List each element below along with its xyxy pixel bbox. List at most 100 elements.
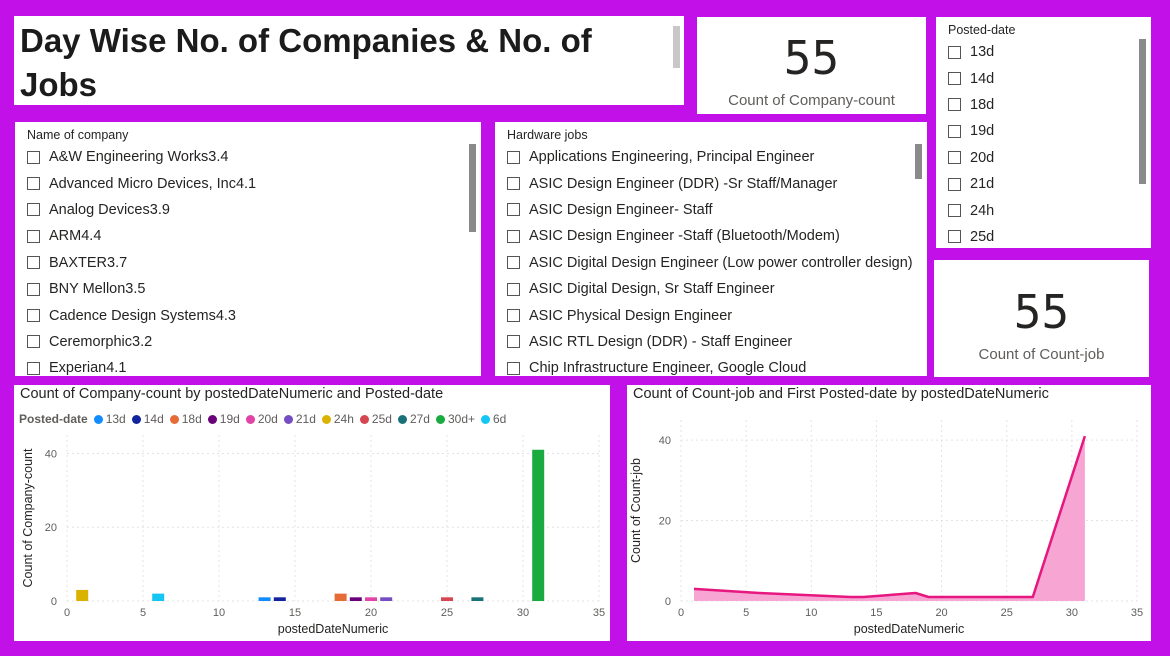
company-item[interactable]: Advanced Micro Devices, Inc4.1	[27, 170, 256, 196]
company-item-label: ARM4.4	[49, 228, 102, 245]
slicer-list: 13d 14d 18d 19d 20d 21d 24h 25d	[948, 39, 994, 248]
y-axis-label: Count of Count-job	[629, 458, 643, 563]
company-item[interactable]: Experian4.1	[27, 355, 256, 376]
company-item-label: Cadence Design Systems4.3	[49, 307, 236, 324]
slicer-scrollbar[interactable]	[469, 144, 476, 232]
posted-date-item[interactable]: 25d	[948, 224, 994, 248]
y-tick-label: 20	[45, 522, 57, 534]
job-item-label: ASIC RTL Design (DDR) - Staff Engineer	[529, 333, 793, 350]
posted-date-item-label: 19d	[970, 123, 995, 140]
job-item-label: ASIC Physical Design Engineer	[529, 307, 733, 324]
bar-27d	[471, 597, 484, 601]
checkbox[interactable]	[27, 177, 40, 191]
checkbox[interactable]	[507, 335, 520, 349]
job-item-label: ASIC Design Engineer (DDR) -Sr Staff/Man…	[529, 175, 838, 192]
checkbox[interactable]	[948, 124, 961, 138]
checkbox[interactable]	[27, 309, 40, 323]
title-scrollbar[interactable]	[673, 26, 680, 68]
checkbox[interactable]	[27, 335, 40, 349]
checkbox[interactable]	[507, 282, 520, 296]
job-item[interactable]: ASIC Design Engineer -Staff (Bluetooth/M…	[507, 223, 913, 249]
x-tick-label: 15	[870, 607, 882, 619]
job-item-label: Chip Infrastructure Engineer, Google Clo…	[529, 360, 807, 376]
checkbox[interactable]	[948, 151, 961, 165]
bar-21d	[380, 597, 393, 601]
checkbox[interactable]	[948, 98, 961, 112]
bar-20d	[365, 597, 377, 601]
company-item[interactable]: ARM4.4	[27, 223, 256, 249]
posted-date-item[interactable]: 18d	[948, 92, 994, 118]
checkbox[interactable]	[27, 282, 40, 296]
checkbox[interactable]	[507, 150, 520, 164]
posted-date-item[interactable]: 13d	[948, 39, 994, 65]
y-tick-label: 0	[51, 596, 57, 608]
posted-date-item[interactable]: 24h	[948, 197, 994, 223]
checkbox[interactable]	[948, 177, 961, 191]
posted-date-slicer: Posted-date 13d 14d 18d 19d 20d 21d 24h 25d	[936, 17, 1151, 248]
slicer-header: Name of company	[27, 128, 129, 142]
posted-date-item-label: 20d	[970, 149, 995, 166]
checkbox[interactable]	[27, 229, 40, 243]
job-item[interactable]: ASIC RTL Design (DDR) - Staff Engineer	[507, 329, 913, 355]
slicer-list: A&W Engineering Works3.4 Advanced Micro D…	[27, 144, 256, 376]
kpi-company-value: 55	[783, 31, 840, 85]
checkbox[interactable]	[948, 230, 961, 244]
job-item[interactable]: ASIC Digital Design, Sr Staff Engineer	[507, 276, 913, 302]
checkbox[interactable]	[27, 150, 40, 164]
bar-chart: 0 5 10 15 20 25 30 35 0 20 40 postedDateNumeric Coun…	[21, 435, 605, 636]
company-item[interactable]: BAXTER3.7	[27, 250, 256, 276]
slicer-scrollbar[interactable]	[1139, 39, 1146, 184]
y-tick-label: 20	[659, 516, 671, 528]
job-item[interactable]: Applications Engineering, Principal Engi…	[507, 144, 913, 170]
posted-date-item[interactable]: 21d	[948, 171, 994, 197]
checkbox[interactable]	[507, 309, 520, 323]
company-item[interactable]: A&W Engineering Works3.4	[27, 144, 256, 170]
area-chart: 0 5 10 15 20 25 30 35 0 20 40 postedDateNumeric Coun…	[629, 420, 1143, 636]
job-item[interactable]: Chip Infrastructure Engineer, Google Clo…	[507, 355, 913, 376]
company-item[interactable]: Ceremorphic3.2	[27, 329, 256, 355]
posted-date-item-label: 21d	[970, 176, 995, 193]
checkbox[interactable]	[507, 177, 520, 191]
checkbox[interactable]	[507, 256, 520, 270]
x-tick-label: 10	[213, 607, 225, 619]
company-item[interactable]: Analog Devices3.9	[27, 197, 256, 223]
checkbox[interactable]	[948, 204, 961, 218]
x-tick-label: 30	[517, 607, 529, 619]
posted-date-item[interactable]: 19d	[948, 118, 994, 144]
checkbox[interactable]	[507, 229, 520, 243]
company-item-label: BAXTER3.7	[49, 254, 128, 271]
x-tick-label: 5	[140, 607, 146, 619]
posted-date-item-label: 14d	[970, 70, 995, 87]
posted-date-item-label: 18d	[970, 96, 995, 113]
company-item[interactable]: Cadence Design Systems4.3	[27, 302, 256, 328]
x-tick-label: 25	[441, 607, 453, 619]
kpi-company-label: Count of Company-count	[728, 92, 895, 109]
job-item[interactable]: ASIC Design Engineer (DDR) -Sr Staff/Man…	[507, 170, 913, 196]
slicer-list: Applications Engineering, Principal Engi…	[507, 144, 913, 376]
checkbox[interactable]	[948, 45, 961, 59]
checkbox[interactable]	[27, 256, 40, 270]
job-item[interactable]: ASIC Digital Design Engineer (Low power …	[507, 250, 913, 276]
title-card: Day Wise No. of Companies & No. of Jobs	[14, 16, 684, 105]
x-tick-label: 10	[805, 607, 817, 619]
company-item-label: Ceremorphic3.2	[49, 333, 153, 350]
job-item[interactable]: ASIC Design Engineer- Staff	[507, 197, 913, 223]
company-item[interactable]: BNY Mellon3.5	[27, 276, 256, 302]
bar-24h	[76, 589, 89, 601]
checkbox[interactable]	[27, 361, 40, 375]
kpi-company-card: 55 Count of Company-count	[697, 17, 926, 114]
x-tick-label: 0	[64, 607, 70, 619]
job-item[interactable]: ASIC Physical Design Engineer	[507, 302, 913, 328]
y-tick-label: 40	[45, 448, 57, 460]
posted-date-item-label: 25d	[970, 228, 995, 245]
posted-date-item[interactable]: 14d	[948, 65, 994, 91]
posted-date-item[interactable]: 20d	[948, 145, 994, 171]
slicer-scrollbar[interactable]	[915, 144, 922, 179]
bar-18d	[334, 593, 347, 601]
checkbox[interactable]	[507, 203, 520, 217]
checkbox[interactable]	[948, 72, 961, 86]
checkbox[interactable]	[27, 203, 40, 217]
job-item-label: Applications Engineering, Principal Engi…	[529, 149, 815, 166]
kpi-jobs-card: 55 Count of Count-job	[934, 260, 1149, 377]
checkbox[interactable]	[507, 361, 520, 375]
